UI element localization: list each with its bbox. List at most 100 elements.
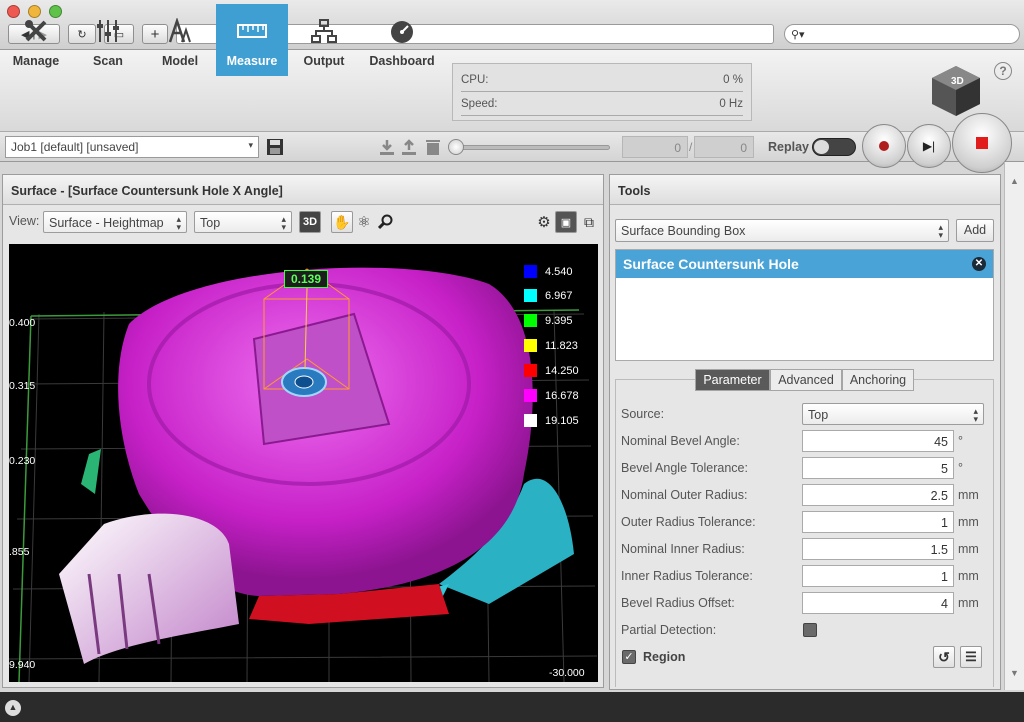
legend-swatch — [524, 314, 537, 327]
remove-tool-icon[interactable]: ✕ — [972, 257, 986, 271]
tool-measure[interactable]: Measure — [216, 4, 288, 76]
source-select[interactable]: Top ▴ ▾ — [802, 403, 984, 425]
list-button[interactable]: ☰ — [960, 646, 982, 668]
param-label: Nominal Bevel Angle: — [621, 434, 740, 448]
region-label: Region — [643, 650, 686, 664]
download-button[interactable] — [378, 138, 396, 156]
tool-output[interactable]: Output — [288, 4, 360, 76]
param-unit: mm — [958, 488, 979, 502]
add-tool-button[interactable]: Add — [956, 219, 994, 242]
expand-up-icon[interactable]: ▲ — [5, 700, 21, 716]
legend-value: 19.105 — [545, 414, 579, 427]
region-checkbox[interactable]: ✓ — [622, 650, 636, 664]
pan-button[interactable]: ✋ — [331, 211, 353, 233]
axis-label: 0.400 — [9, 317, 36, 329]
axis-label: 9.940 — [9, 659, 36, 671]
upload-button[interactable] — [400, 138, 418, 156]
legend-swatch — [524, 339, 537, 352]
source-label: Source: — [621, 407, 665, 421]
param-value: 5 — [941, 462, 948, 476]
stop-button[interactable] — [952, 113, 1012, 173]
3d-toggle-button[interactable]: 3D — [299, 211, 321, 233]
settings-button[interactable]: ⚙ — [533, 211, 555, 233]
nominal-bevel-angle-field[interactable]: 45 — [802, 430, 954, 452]
updown-arrow-icon: ▴ ▾ — [176, 214, 181, 232]
frame-current-field[interactable]: 0 — [622, 136, 688, 158]
updown-arrow-icon: ▴ ▾ — [938, 222, 943, 240]
fit-view-button[interactable]: ▣ — [555, 211, 577, 233]
gear-icon: ⚙ — [537, 214, 551, 231]
param-value: 45 — [934, 435, 948, 449]
tab-anchoring[interactable]: Anchoring — [842, 369, 914, 391]
reset-button[interactable]: ↺ — [933, 646, 955, 668]
tab-parameter[interactable]: Parameter — [695, 369, 770, 391]
wrench-screwdriver-icon — [25, 20, 47, 42]
job-select[interactable]: Job1 [default] [unsaved] ▾ — [5, 136, 259, 158]
cpu-label: CPU: — [461, 73, 489, 86]
nominal-outer-radius-field[interactable]: 2.5 — [802, 484, 954, 506]
cpu-value: 0 % — [723, 73, 743, 86]
param-unit: ° — [958, 461, 963, 475]
legend-swatch — [524, 389, 537, 402]
bevel-radius-offset-field[interactable]: 4 — [802, 592, 954, 614]
view-mode-select[interactable]: Surface - Heightmap ▴ ▾ — [43, 211, 187, 233]
legend-item: 14.250 — [524, 364, 579, 377]
param-label: Inner Radius Tolerance: — [621, 569, 753, 583]
trash-icon — [426, 140, 440, 155]
inner-radius-tolerance-field[interactable]: 1 — [802, 565, 954, 587]
list-icon: ☰ — [965, 649, 977, 664]
scroll-down-icon[interactable]: ▼ — [1010, 668, 1019, 678]
app-logo: 3D — [928, 62, 984, 120]
legend-value: 6.967 — [545, 289, 573, 302]
bevel-angle-tolerance-field[interactable]: 5 — [802, 457, 954, 479]
param-unit: ° — [958, 434, 963, 448]
tab-advanced[interactable]: Advanced — [770, 369, 842, 391]
partial-detection-checkbox[interactable] — [803, 623, 817, 637]
record-button[interactable] — [862, 124, 906, 168]
help-button[interactable]: ? — [994, 62, 1012, 80]
tool-model[interactable]: Model — [144, 4, 216, 76]
updown-arrow-icon: ▴ ▾ — [973, 406, 978, 424]
tool-list-item-selected[interactable]: Surface Countersunk Hole ✕ — [616, 250, 993, 278]
gauge-icon — [391, 21, 413, 43]
view-direction-value: Top — [200, 216, 221, 230]
param-label: Nominal Outer Radius: — [621, 488, 748, 502]
replay-slider[interactable] — [448, 138, 612, 156]
nominal-inner-radius-field[interactable]: 1.5 — [802, 538, 954, 560]
tool-manage[interactable]: Manage — [0, 4, 72, 76]
tool-type-value: Surface Bounding Box — [621, 224, 746, 238]
slider-handle[interactable] — [448, 139, 464, 155]
legend-swatch — [524, 265, 537, 278]
axis-label: .855 — [9, 546, 30, 558]
legend-item: 11.823 — [524, 339, 578, 352]
frame-current-value: 0 — [674, 141, 681, 155]
outer-radius-tolerance-field[interactable]: 1 — [802, 511, 954, 533]
tool-type-select[interactable]: Surface Bounding Box ▴ ▾ — [615, 219, 949, 242]
search-field[interactable]: ⚲▾ — [784, 24, 1020, 44]
param-value: 1 — [941, 570, 948, 584]
rotate-button[interactable]: ⚛ — [353, 211, 375, 233]
replay-toggle[interactable] — [812, 138, 856, 156]
sliders-icon — [97, 20, 119, 42]
view-direction-select[interactable]: Top ▴ ▾ — [194, 211, 292, 233]
3d-viewport[interactable]: 0.139 4.540 6.967 9.395 11.823 14.250 16… — [9, 244, 598, 682]
save-button[interactable] — [266, 138, 284, 156]
tool-scan-label: Scan — [93, 54, 123, 68]
maximize-icon: ⧉ — [584, 213, 594, 230]
stop-icon — [976, 137, 988, 149]
tool-dashboard[interactable]: Dashboard — [360, 4, 444, 76]
zoom-button[interactable] — [375, 211, 397, 233]
tool-scan[interactable]: Scan — [72, 4, 144, 76]
source-value: Top — [808, 408, 829, 422]
maximize-view-button[interactable]: ⧉ — [578, 211, 600, 233]
svg-text:3D: 3D — [951, 76, 964, 87]
legend-swatch — [524, 289, 537, 302]
checkmark-icon: ✓ — [624, 651, 634, 663]
heightmap-render — [9, 267, 598, 682]
page-scrollbar[interactable]: ▲ ▼ — [1004, 162, 1024, 690]
step-button[interactable]: ▶| — [907, 124, 951, 168]
delete-button[interactable] — [424, 138, 442, 156]
scroll-up-icon[interactable]: ▲ — [1010, 176, 1019, 186]
bottom-bar: ▲ — [0, 692, 1024, 722]
legend-value: 14.250 — [545, 364, 579, 377]
